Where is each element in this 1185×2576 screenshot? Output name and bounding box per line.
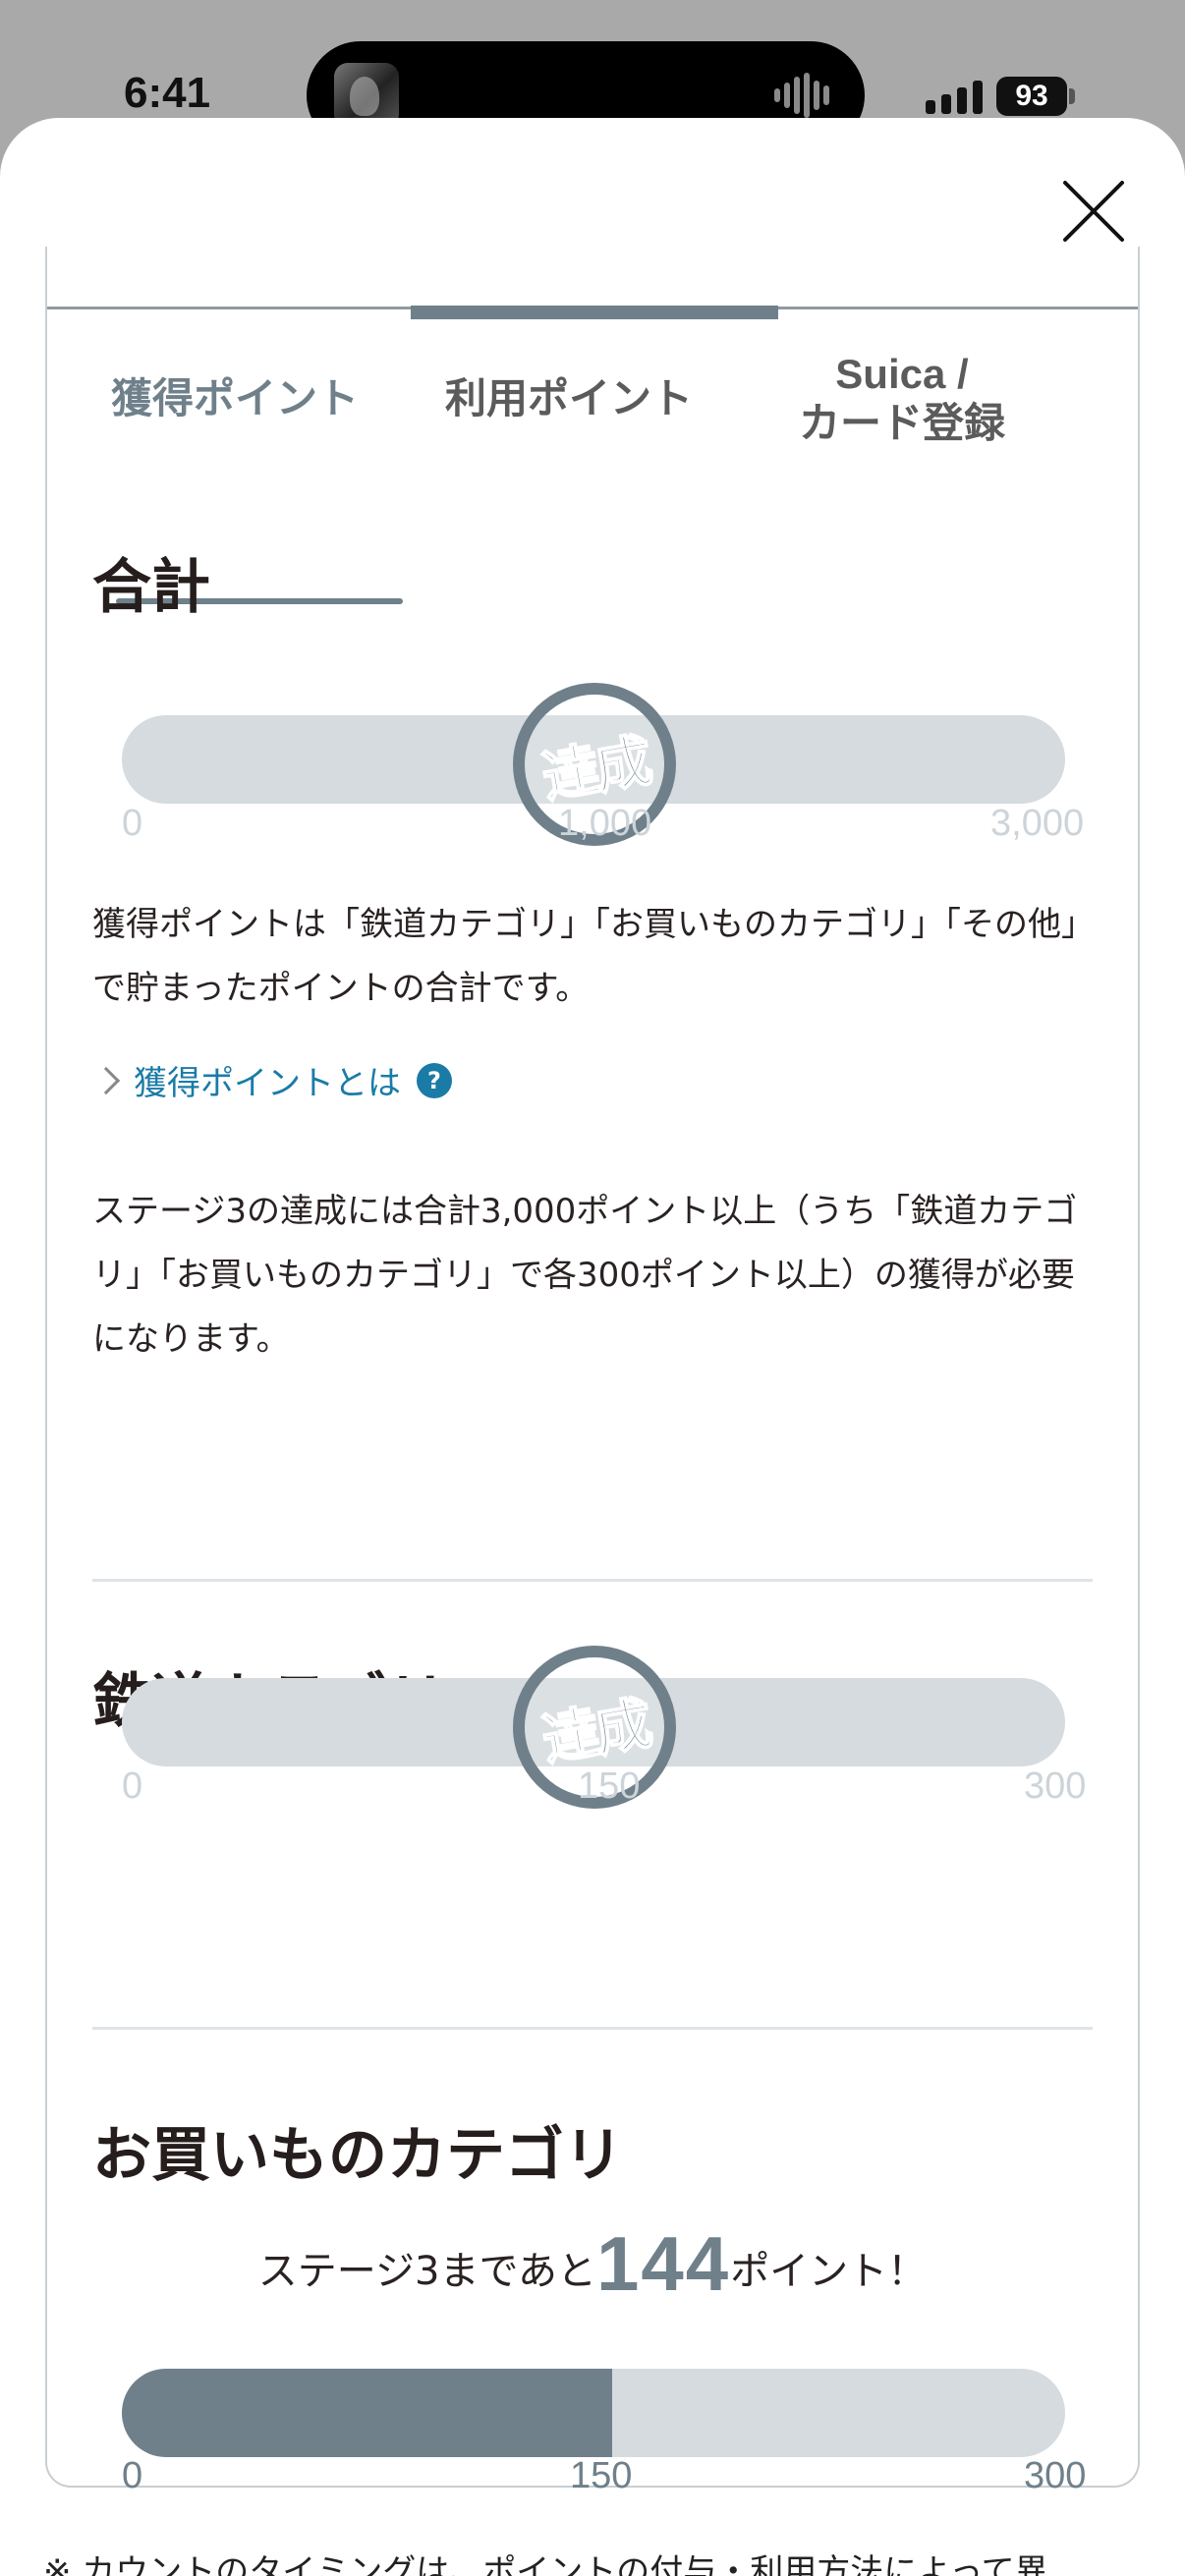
timing-footnote: ※ カウントのタイミングは、ポイントの付与・利用方法によって異 — [43, 2552, 1048, 2576]
card-edge-left — [45, 247, 47, 309]
tab-used-points[interactable]: 利用ポイント — [430, 339, 707, 459]
remain-suffix: ポイント！ — [730, 2249, 928, 2294]
total-description: 獲得ポイントは「鉄道カテゴリ」「お買いものカテゴリ」「その他」で貯まったポイント… — [92, 905, 1095, 1008]
tab-suica-card-registration[interactable]: Suica / カード登録 — [755, 339, 1049, 459]
battery-icon: 93 — [996, 77, 1067, 116]
rail-tick-mid: 150 — [578, 1765, 641, 1807]
audio-waveform-icon — [774, 73, 837, 118]
tab-suica-label: Suica / カード登録 — [799, 350, 1005, 449]
question-mark-circle-icon: ? — [417, 1062, 452, 1098]
tab-suica-label-line1: Suica / — [835, 350, 969, 397]
chevron-right-icon — [91, 1066, 121, 1094]
total-tick-mid: 1,000 — [558, 803, 652, 844]
shopping-progress-fill — [122, 2369, 613, 2457]
points-card: 獲得ポイント 利用ポイント Suica / カード登録 合計 達成 0 1,000… — [45, 247, 1140, 2496]
card-top-marker — [411, 306, 778, 319]
section-divider — [92, 1579, 1093, 1582]
total-tick-min: 0 — [122, 803, 143, 844]
tab-suica-label-line2: カード登録 — [798, 400, 1005, 446]
tab-used-points-label: 利用ポイント — [444, 374, 693, 421]
tab-earned-points-label: 獲得ポイント — [110, 374, 359, 421]
remain-prefix: ステージ3まであと — [257, 2249, 597, 2294]
points-sheet: 獲得ポイント 利用ポイント Suica / カード登録 合計 達成 0 1,000… — [0, 118, 1185, 2576]
status-time: 6:41 — [124, 69, 211, 117]
cellular-signal-icon — [926, 79, 983, 114]
close-button[interactable] — [1057, 175, 1130, 248]
battery-tip — [1069, 88, 1075, 104]
shopping-tick-mid: 150 — [570, 2455, 633, 2496]
earned-points-help-link[interactable]: 獲得ポイントとは ? — [91, 1056, 452, 1104]
rail-tick-min: 0 — [122, 1765, 143, 1807]
shopping-progress-bar — [122, 2369, 1065, 2457]
total-tick-max: 3,000 — [990, 803, 1085, 844]
remain-value: 144 — [596, 2220, 731, 2307]
total-section-title: 合計 — [92, 554, 210, 620]
status-bar: 6:41 93 — [0, 0, 1185, 149]
card-edge-right — [1138, 247, 1140, 309]
stage-requirement-note: ステージ3の達成には合計3,000ポイント以上（うち「鉄道カテゴリ」「お買いもの… — [92, 1192, 1078, 1359]
shopping-tick-max: 300 — [1024, 2455, 1087, 2496]
shopping-tick-min: 0 — [122, 2455, 143, 2496]
section-divider — [92, 2027, 1093, 2030]
tab-earned-points[interactable]: 獲得ポイント — [96, 339, 373, 459]
points-remaining-message: ステージ3まであと144ポイント！ — [47, 2219, 1138, 2309]
rail-stamp-label: 達成 — [536, 1689, 654, 1775]
shopping-section-title: お買いものカテゴリ — [92, 2122, 623, 2188]
earned-points-help-link-label: 獲得ポイントとは — [134, 1064, 401, 1103]
rail-tick-max: 300 — [1024, 1765, 1087, 1807]
total-stamp-label: 達成 — [536, 726, 654, 812]
